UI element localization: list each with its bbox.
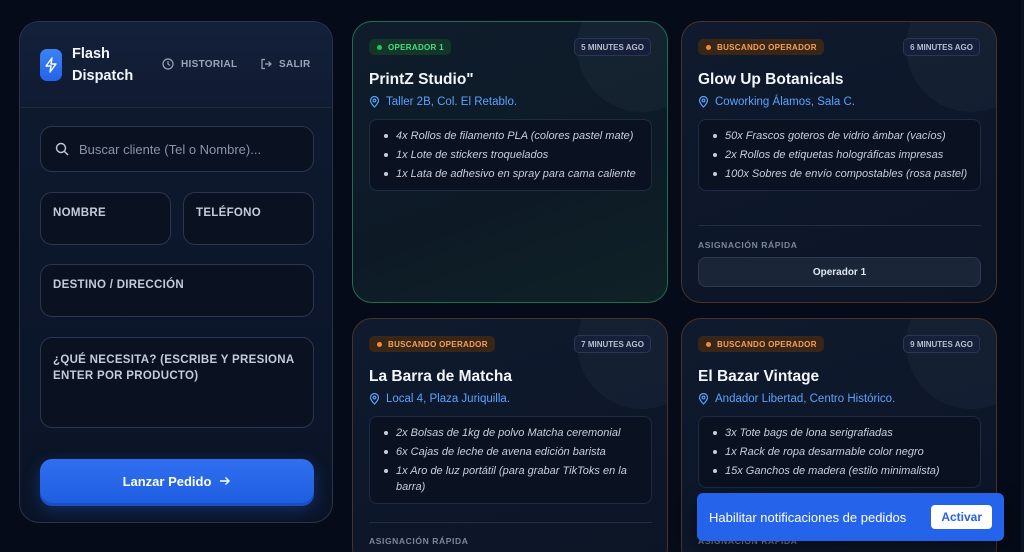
- status-badge: BUSCANDO OPERADOR: [698, 39, 824, 55]
- panel-header: Flash Dispatch HISTORIAL SALIR: [20, 22, 332, 108]
- search-icon: [55, 142, 69, 156]
- arrow-right-icon: [220, 477, 231, 485]
- status-badge: OPERADOR 1: [369, 39, 451, 55]
- order-item: 1x Rack de ropa desarmable color negro: [709, 444, 970, 460]
- divider: [698, 225, 981, 226]
- order-item: 100x Sobres de envío compostables (rosa …: [709, 166, 970, 182]
- client-location: Taller 2B, Col. El Retablo.: [369, 96, 517, 108]
- quick-assign-label: ASIGNACIÓN RÁPIDA: [698, 240, 798, 250]
- order-card: BUSCANDO OPERADOR 7 MINUTES AGO La Barra…: [352, 318, 668, 552]
- status-label: BUSCANDO OPERADOR: [717, 42, 817, 52]
- assign-operator-button[interactable]: Operador 1: [698, 257, 981, 287]
- clock-icon: [162, 58, 174, 70]
- timestamp-badge: 6 MINUTES AGO: [903, 38, 980, 56]
- logout-label: SALIR: [279, 58, 311, 70]
- location-text: Taller 2B, Col. El Retablo.: [386, 96, 518, 108]
- order-items-list: 50x Frascos goteros de vidrio ámbar (vac…: [698, 119, 981, 191]
- quick-assign-label: ASIGNACIÓN RÁPIDA: [369, 536, 469, 546]
- client-name: PrintZ Studio": [369, 71, 474, 88]
- order-items-list: 3x Tote bags de lona serigrafiadas 1x Ra…: [698, 416, 981, 488]
- order-items-list: 2x Bolsas de 1kg de polvo Matcha ceremon…: [369, 416, 652, 504]
- lightning-logo-icon: [40, 48, 62, 81]
- order-items-textarea[interactable]: ¿QUÉ NECESITA? (ESCRIBE Y PRESIONA ENTER…: [40, 337, 314, 428]
- divider: [369, 522, 652, 523]
- logout-link[interactable]: SALIR: [260, 58, 311, 70]
- brand-name: Flash Dispatch: [72, 43, 152, 87]
- order-item: 2x Rollos de etiquetas holográficas impr…: [709, 147, 970, 163]
- order-card: OPERADOR 1 5 MINUTES AGO PrintZ Studio" …: [352, 21, 668, 303]
- location-text: Coworking Álamos, Sala C.: [715, 96, 855, 108]
- history-link[interactable]: HISTORIAL: [162, 58, 237, 70]
- client-search-input[interactable]: Buscar cliente (Tel o Nombre)...: [40, 126, 314, 172]
- history-label: HISTORIAL: [181, 58, 238, 70]
- name-field[interactable]: NOMBRE: [40, 192, 171, 245]
- order-item: 6x Cajas de leche de avena edición baris…: [380, 444, 641, 460]
- order-item: 15x Ganchos de madera (estilo minimalist…: [709, 463, 970, 479]
- location-text: Local 4, Plaza Juriquilla.: [386, 393, 511, 405]
- brand-line-1: Flash: [72, 45, 110, 62]
- order-items-list: 4x Rollos de filamento PLA (colores past…: [369, 119, 652, 191]
- location-pin-icon: [698, 393, 709, 405]
- timestamp-badge: 7 MINUTES AGO: [574, 335, 651, 353]
- order-item: 4x Rollos de filamento PLA (colores past…: [380, 128, 641, 144]
- new-order-panel: Flash Dispatch HISTORIAL SALIR Buscar cl…: [19, 21, 333, 523]
- status-label: BUSCANDO OPERADOR: [717, 339, 817, 349]
- location-text: Andador Libertad, Centro Histórico.: [715, 393, 896, 405]
- client-location: Coworking Álamos, Sala C.: [698, 96, 855, 108]
- order-item: 1x Lata de adhesivo en spray para cama c…: [380, 166, 641, 182]
- status-badge: BUSCANDO OPERADOR: [369, 336, 495, 352]
- notification-toast: Habilitar notificaciones de pedidos Acti…: [697, 493, 1004, 541]
- order-item: 3x Tote bags de lona serigrafiadas: [709, 425, 970, 441]
- status-badge: BUSCANDO OPERADOR: [698, 336, 824, 352]
- order-item: 2x Bolsas de 1kg de polvo Matcha ceremon…: [380, 425, 641, 441]
- order-items-label: ¿QUÉ NECESITA? (ESCRIBE Y PRESIONA ENTER…: [53, 354, 295, 382]
- client-location: Local 4, Plaza Juriquilla.: [369, 393, 510, 405]
- phone-field[interactable]: TELÉFONO: [183, 192, 314, 245]
- name-label: NOMBRE: [53, 207, 106, 219]
- logout-icon: [261, 58, 272, 70]
- status-label: OPERADOR 1: [388, 42, 444, 52]
- enable-notifications-button[interactable]: Activar: [931, 505, 992, 529]
- client-location: Andador Libertad, Centro Histórico.: [698, 393, 895, 405]
- location-pin-icon: [698, 96, 709, 108]
- client-name: El Bazar Vintage: [698, 368, 820, 385]
- order-card: BUSCANDO OPERADOR 6 MINUTES AGO Glow Up …: [681, 21, 997, 303]
- location-pin-icon: [369, 393, 380, 405]
- status-label: BUSCANDO OPERADOR: [388, 339, 488, 349]
- order-item: 1x Aro de luz portátil (para grabar TikT…: [380, 463, 641, 495]
- timestamp-badge: 9 MINUTES AGO: [903, 335, 980, 353]
- destination-field[interactable]: DESTINO / DIRECCIÓN: [40, 264, 314, 317]
- search-placeholder: Buscar cliente (Tel o Nombre)...: [79, 141, 262, 157]
- location-pin-icon: [369, 96, 380, 108]
- order-item: 1x Lote de stickers troquelados: [380, 147, 641, 163]
- brand-line-2: Dispatch: [72, 67, 134, 84]
- launch-order-label: Lanzar Pedido: [122, 473, 212, 489]
- client-name: La Barra de Matcha: [369, 368, 512, 385]
- toast-message: Habilitar notificaciones de pedidos: [709, 509, 907, 525]
- launch-order-button[interactable]: Lanzar Pedido: [40, 459, 314, 503]
- phone-label: TELÉFONO: [196, 207, 262, 219]
- destination-label: DESTINO / DIRECCIÓN: [53, 279, 184, 291]
- timestamp-badge: 5 MINUTES AGO: [574, 38, 651, 56]
- client-name: Glow Up Botanicals: [698, 71, 844, 88]
- order-item: 50x Frascos goteros de vidrio ámbar (vac…: [709, 128, 970, 144]
